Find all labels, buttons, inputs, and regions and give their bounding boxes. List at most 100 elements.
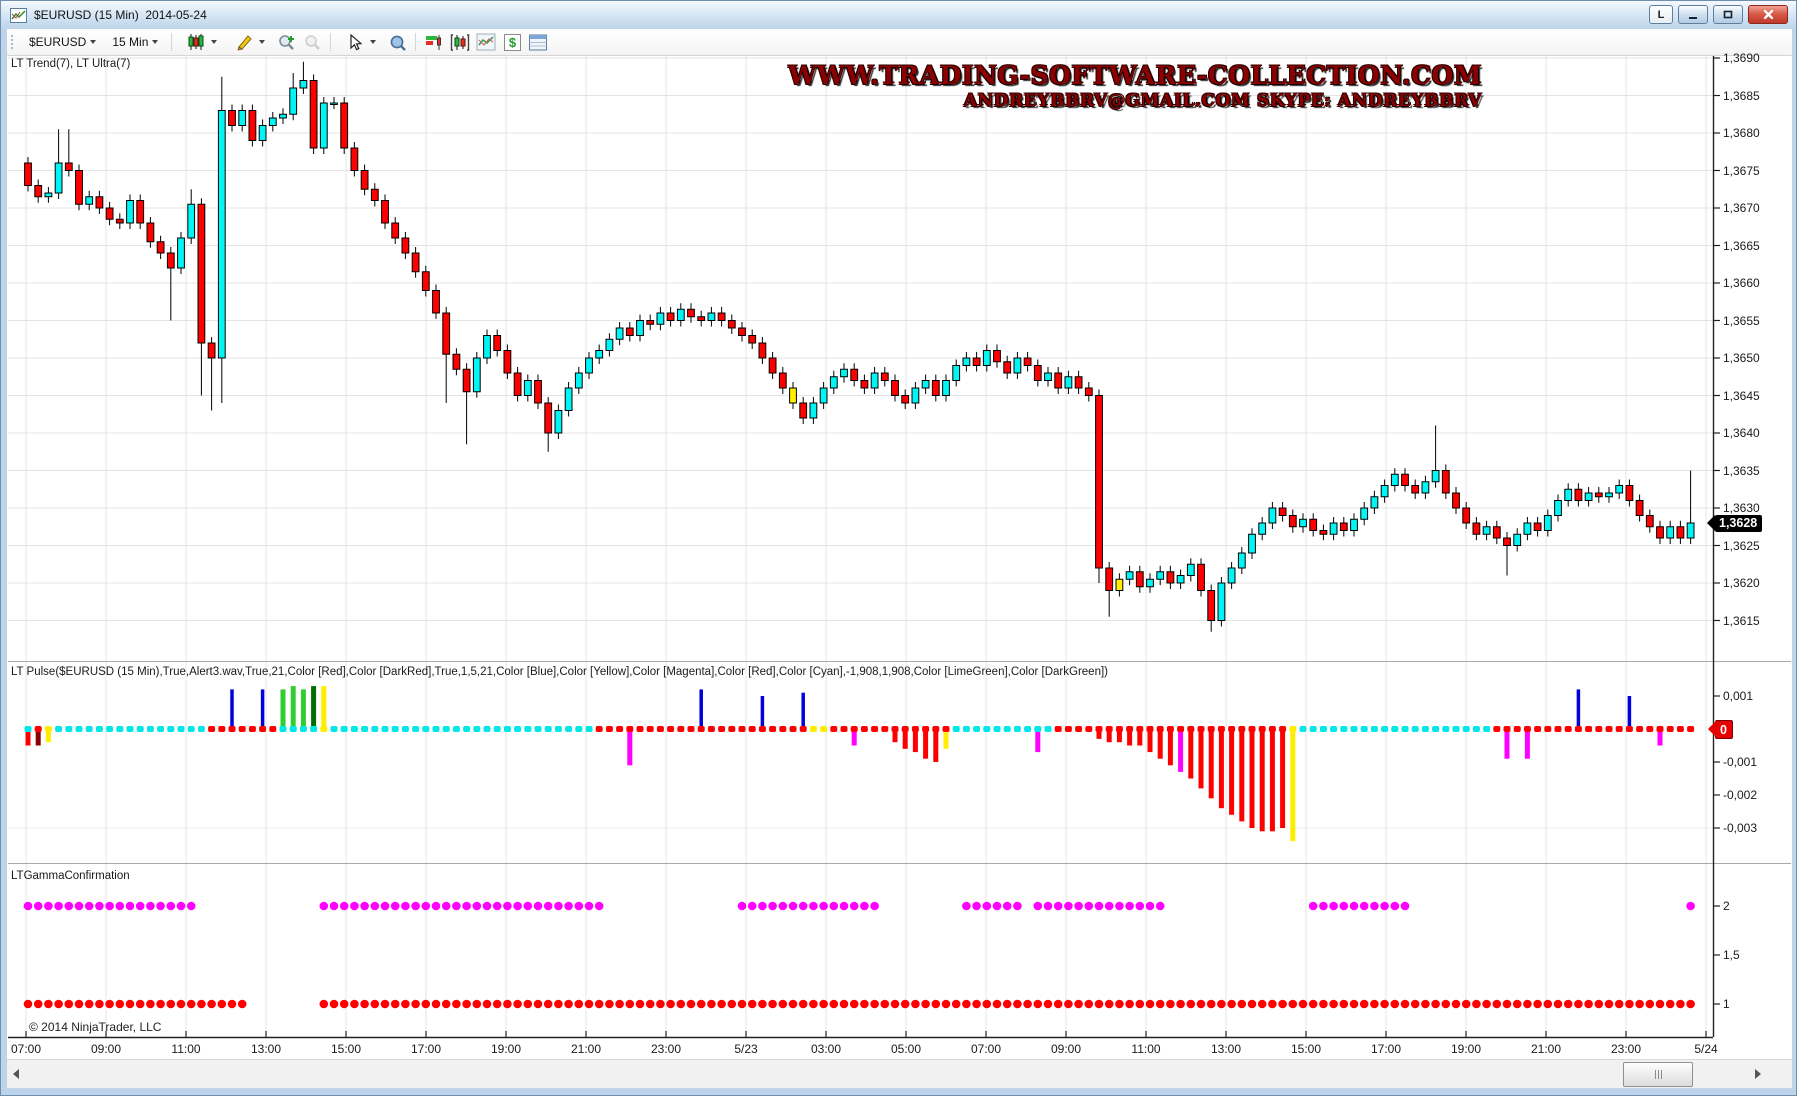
pencil-icon bbox=[233, 32, 255, 53]
price-axis-label: 1,3630 bbox=[1723, 501, 1760, 515]
copyright-text: © 2014 NinjaTrader, LLC bbox=[29, 1020, 161, 1034]
data-box-button[interactable] bbox=[386, 32, 408, 53]
time-axis-label: 03:00 bbox=[811, 1042, 841, 1056]
last-price-marker: 1,3628 bbox=[1715, 515, 1762, 532]
title-bar[interactable]: $EURUSD (15 Min) 2014-05-24 L bbox=[1, 1, 1796, 29]
chart-window: $EURUSD (15 Min) 2014-05-24 L $EURUSD 15… bbox=[0, 0, 1797, 1096]
pulse-axis-label: -0,002 bbox=[1723, 788, 1757, 802]
watermark: WWW.TRADING-SOFTWARE-COLLECTION.COM ANDR… bbox=[788, 61, 1482, 111]
time-axis-label: 5/24 bbox=[1694, 1042, 1717, 1056]
price-axis-label: 1,3650 bbox=[1723, 351, 1760, 365]
time-axis-label: 09:00 bbox=[1051, 1042, 1081, 1056]
arrow-right-icon bbox=[1755, 1069, 1761, 1079]
pulse-axis-label: -0,001 bbox=[1723, 755, 1757, 769]
cursor-arrow-icon bbox=[344, 32, 366, 53]
chevron-down-icon bbox=[152, 40, 158, 44]
mini-chart-icon bbox=[476, 33, 496, 51]
zoom-in-button[interactable] bbox=[275, 32, 297, 53]
price-axis-label: 1,3690 bbox=[1723, 51, 1760, 65]
price-axis-label: 1,3635 bbox=[1723, 464, 1760, 478]
time-axis-label: 19:00 bbox=[1451, 1042, 1481, 1056]
account-dollar-button[interactable]: $ bbox=[501, 32, 523, 53]
pulse-axis-label: 0,001 bbox=[1723, 689, 1753, 703]
regions-button[interactable] bbox=[423, 32, 445, 53]
watermark-line1: WWW.TRADING-SOFTWARE-COLLECTION.COM bbox=[788, 61, 1482, 90]
zoom-out-button[interactable] bbox=[301, 32, 323, 53]
time-axis-label: 15:00 bbox=[331, 1042, 361, 1056]
restore-button[interactable] bbox=[1713, 5, 1743, 24]
price-axis-label: 1,3640 bbox=[1723, 426, 1760, 440]
arrow-left-icon bbox=[13, 1069, 19, 1079]
toolbar-separator bbox=[330, 33, 331, 51]
chart-surface[interactable] bbox=[7, 56, 1792, 1059]
scrollbar-thumb[interactable] bbox=[1623, 1062, 1693, 1087]
window-title: $EURUSD (15 Min) 2014-05-24 bbox=[34, 8, 207, 22]
mini-chart-button[interactable] bbox=[475, 32, 497, 53]
time-axis-label: 13:00 bbox=[1211, 1042, 1241, 1056]
toolbar-separator bbox=[415, 33, 416, 51]
time-axis-label: 09:00 bbox=[91, 1042, 121, 1056]
svg-text:$: $ bbox=[509, 35, 517, 50]
gamma-axis-label: 1 bbox=[1723, 997, 1730, 1011]
minimize-icon bbox=[1687, 10, 1699, 20]
restore-icon bbox=[1722, 9, 1734, 20]
price-axis-label: 1,3620 bbox=[1723, 576, 1760, 590]
time-axis-label: 15:00 bbox=[1291, 1042, 1321, 1056]
toolbar-grip[interactable] bbox=[10, 34, 15, 50]
price-axis-label: 1,3660 bbox=[1723, 276, 1760, 290]
chevron-down-icon bbox=[211, 40, 217, 44]
data-grid-icon bbox=[528, 33, 548, 52]
time-axis-label: 07:00 bbox=[11, 1042, 41, 1056]
data-box-magnifier-icon bbox=[388, 33, 407, 52]
horizontal-scrollbar[interactable] bbox=[7, 1059, 1792, 1088]
price-axis-label: 1,3685 bbox=[1723, 89, 1760, 103]
price-panel-label: LT Trend(7), LT Ultra(7) bbox=[11, 58, 130, 70]
time-axis-label: 17:00 bbox=[1371, 1042, 1401, 1056]
price-axis-label: 1,3670 bbox=[1723, 201, 1760, 215]
price-axis-label: 1,3680 bbox=[1723, 126, 1760, 140]
price-axis-label: 1,3645 bbox=[1723, 389, 1760, 403]
time-axis-label: 05:00 bbox=[891, 1042, 921, 1056]
price-axis-label: 1,3625 bbox=[1723, 539, 1760, 553]
gamma-axis-label: 2 bbox=[1723, 899, 1730, 913]
time-axis-label: 17:00 bbox=[411, 1042, 441, 1056]
time-axis-label: 11:00 bbox=[171, 1042, 200, 1056]
window-chart-icon bbox=[10, 8, 27, 23]
scroll-right-button[interactable] bbox=[1749, 1063, 1767, 1085]
instrument-selector[interactable]: $EURUSD bbox=[23, 32, 102, 52]
time-axis-label: 13:00 bbox=[251, 1042, 281, 1056]
toolbar: $EURUSD 15 Min bbox=[7, 29, 1792, 56]
price-axis-label: 1,3665 bbox=[1723, 239, 1760, 253]
drawing-tools-button[interactable] bbox=[227, 29, 271, 56]
close-button[interactable] bbox=[1748, 5, 1788, 24]
zoom-out-icon bbox=[303, 33, 322, 52]
time-axis-label: 07:00 bbox=[971, 1042, 1001, 1056]
interval-label: 15 Min bbox=[112, 35, 148, 49]
time-axis-label: 19:00 bbox=[491, 1042, 521, 1056]
cursor-tool-button[interactable] bbox=[338, 29, 382, 56]
data-grid-button[interactable] bbox=[527, 32, 549, 53]
gamma-panel-label: LTGammaConfirmation bbox=[11, 870, 130, 882]
dollar-icon: $ bbox=[503, 33, 522, 52]
zoom-in-icon bbox=[277, 33, 296, 52]
chart-trader-button[interactable] bbox=[449, 32, 471, 53]
gamma-axis-label: 1,5 bbox=[1723, 948, 1740, 962]
price-axis-label: 1,3615 bbox=[1723, 614, 1760, 628]
link-button[interactable]: L bbox=[1649, 5, 1673, 24]
pulse-value-marker: 0 bbox=[1715, 720, 1733, 739]
chevron-down-icon bbox=[90, 40, 96, 44]
minimize-button[interactable] bbox=[1678, 5, 1708, 24]
scroll-left-button[interactable] bbox=[7, 1063, 25, 1085]
time-axis-label: 21:00 bbox=[1531, 1042, 1561, 1056]
chevron-down-icon bbox=[370, 40, 376, 44]
regions-icon bbox=[424, 33, 444, 52]
price-axis-label: 1,3675 bbox=[1723, 164, 1760, 178]
toolbar-separator bbox=[171, 33, 172, 51]
price-axis-label: 1,3655 bbox=[1723, 314, 1760, 328]
candlestick-style-icon bbox=[185, 32, 207, 53]
instrument-label: $EURUSD bbox=[29, 35, 86, 49]
interval-selector[interactable]: 15 Min bbox=[106, 32, 164, 52]
chart-style-button[interactable] bbox=[179, 29, 223, 56]
time-axis-label: 5/23 bbox=[734, 1042, 757, 1056]
time-axis-label: 21:00 bbox=[571, 1042, 601, 1056]
